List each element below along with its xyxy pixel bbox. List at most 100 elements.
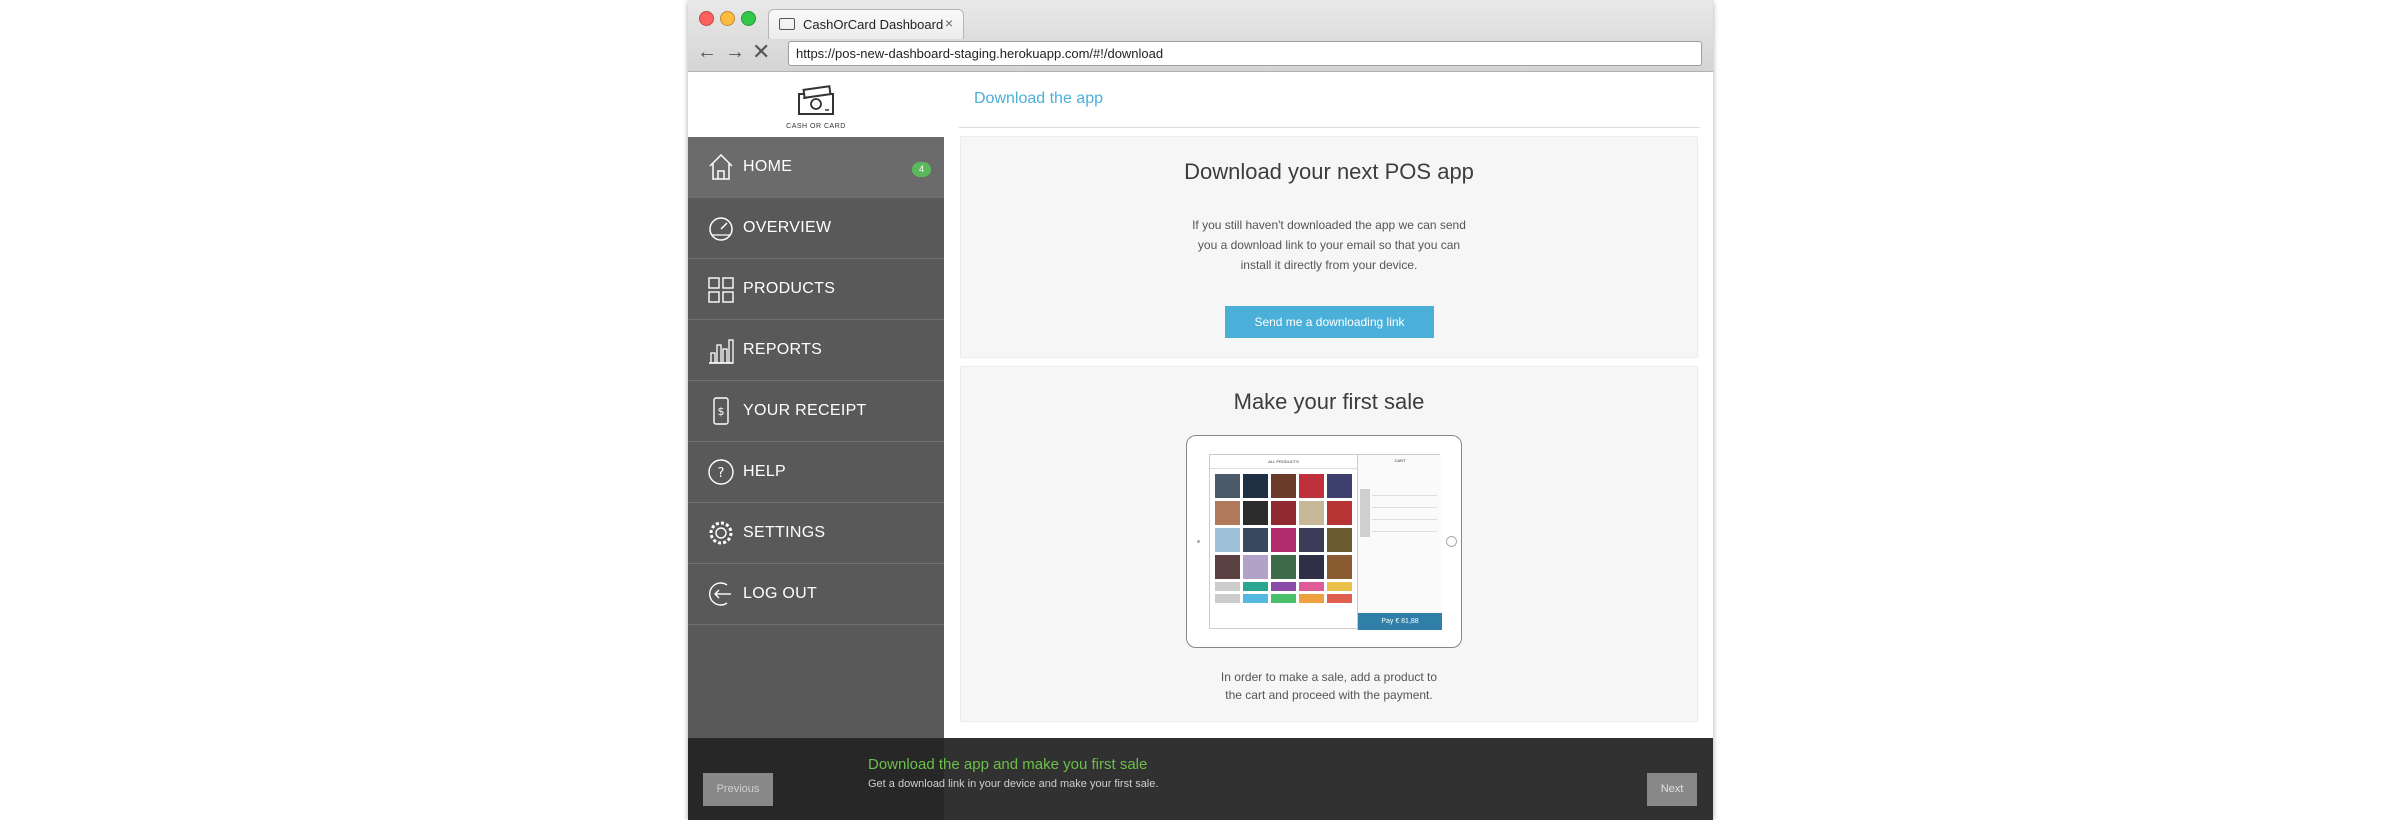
cart-line-item <box>1372 495 1437 496</box>
category-tile <box>1299 594 1324 603</box>
gauge-icon <box>709 217 733 241</box>
sidebar-item-label: SETTINGS <box>743 524 826 541</box>
sidebar-item-settings[interactable]: SETTINGS <box>688 503 944 564</box>
category-tile <box>1327 582 1352 591</box>
product-tile <box>1327 474 1352 498</box>
pay-button: Pay € 81,88 <box>1358 613 1442 630</box>
minimize-window-button[interactable] <box>720 11 735 26</box>
first-sale-card-title: Make your first sale <box>1233 389 1425 414</box>
grid-icon <box>708 277 734 303</box>
sidebar-item-label: PRODUCTS <box>743 280 836 297</box>
cart-line-item <box>1372 531 1437 532</box>
question-icon: ? <box>708 459 734 485</box>
gear-icon <box>709 521 733 545</box>
product-tile <box>1327 555 1352 579</box>
cart-line-item <box>1372 519 1437 520</box>
bar-chart-icon <box>709 339 734 364</box>
sidebar-item-overview[interactable]: OVERVIEW <box>688 198 944 259</box>
sidebar-item-help[interactable]: ? HELP <box>688 442 944 503</box>
close-window-button[interactable] <box>699 11 714 26</box>
tab-title: CashOrCard Dashboard <box>803 17 944 32</box>
category-tile <box>1243 582 1268 591</box>
cart-title: CART <box>1394 458 1406 463</box>
favicon-icon <box>779 18 795 30</box>
sidebar-item-label: YOUR RECEIPT <box>743 402 867 419</box>
ipad-illustration: ALL PRODUCTS CART Pay € 81,88 <box>1186 435 1462 648</box>
header-divider <box>959 127 1700 128</box>
product-tile <box>1215 474 1240 498</box>
category-tile <box>1215 582 1240 591</box>
product-tile <box>1271 555 1296 579</box>
product-tile <box>1299 528 1324 552</box>
ipad-camera <box>1197 540 1200 543</box>
sidebar: CASH OR CARD HOME 4 OVERVIEW PRODUCTS RE… <box>688 72 944 820</box>
pos-app-screenshot: ALL PRODUCTS CART Pay € 81,88 <box>1209 454 1442 630</box>
product-tile <box>1271 528 1296 552</box>
product-tile <box>1243 501 1268 525</box>
cash-card-logo-icon <box>798 85 834 115</box>
product-tile <box>1327 528 1352 552</box>
download-card-text-line: you a download link to your email so tha… <box>1197 238 1461 252</box>
browser-tab[interactable]: CashOrCard Dashboard × <box>768 9 964 39</box>
category-tile <box>1215 594 1240 603</box>
category-tile <box>1271 582 1296 591</box>
sidebar-item-reports[interactable]: REPORTS <box>688 320 944 381</box>
browser-chrome: CashOrCard Dashboard × ← → ✕ https://pos… <box>688 0 1713 72</box>
product-tile <box>1215 555 1240 579</box>
browser-window: CashOrCard Dashboard × ← → ✕ https://pos… <box>688 0 1713 820</box>
download-card-title: Download your next POS app <box>1184 159 1474 184</box>
back-arrow-icon[interactable]: ← <box>697 40 717 64</box>
product-tile <box>1299 474 1324 498</box>
category-tile <box>1271 594 1296 603</box>
notification-badge: 4 <box>912 162 931 177</box>
product-tile <box>1271 501 1296 525</box>
tour-step-title: Download the app and make you first sale <box>868 756 1148 773</box>
sidebar-item-home[interactable]: HOME 4 <box>688 137 944 198</box>
download-card-text-line: If you still haven't downloaded the app … <box>1192 218 1466 232</box>
zoom-window-button[interactable] <box>741 11 756 26</box>
product-tile <box>1299 555 1324 579</box>
category-tile <box>1299 582 1324 591</box>
product-tile <box>1271 474 1296 498</box>
sidebar-item-label: HELP <box>743 463 786 480</box>
logout-icon <box>708 582 731 606</box>
send-download-link-button[interactable]: Send me a downloading link <box>1225 306 1434 338</box>
page-title: Download the app <box>974 90 1103 107</box>
home-icon <box>709 153 733 180</box>
previous-button[interactable]: Previous <box>703 773 773 806</box>
sidebar-item-label: HOME <box>743 158 793 175</box>
sidebar-item-label: LOG OUT <box>743 585 818 602</box>
first-sale-card: Make your first sale ALL PRODUCTS CART P… <box>960 366 1698 722</box>
svg-text:?: ? <box>718 466 725 481</box>
sidebar-item-your-receipt[interactable]: $ YOUR RECEIPT <box>688 381 944 442</box>
svg-text:$: $ <box>718 405 725 418</box>
stop-loading-icon[interactable]: ✕ <box>752 40 770 64</box>
ipad-home-button <box>1446 536 1457 547</box>
category-tile <box>1243 594 1268 603</box>
product-tile <box>1215 528 1240 552</box>
product-tile <box>1243 555 1268 579</box>
category-tile <box>1327 594 1352 603</box>
next-button[interactable]: Next <box>1647 773 1697 806</box>
receipt-icon: $ <box>713 397 729 425</box>
sidebar-item-log-out[interactable]: LOG OUT <box>688 564 944 625</box>
sidebar-item-label: REPORTS <box>743 341 823 358</box>
first-sale-text-line: the cart and proceed with the payment. <box>1225 688 1433 702</box>
pos-grid-header: ALL PRODUCTS <box>1210 455 1357 469</box>
tour-step-subtitle: Get a download link in your device and m… <box>868 778 1159 790</box>
cart-scrollbar <box>1360 489 1370 537</box>
sidebar-item-products[interactable]: PRODUCTS <box>688 259 944 320</box>
product-tile <box>1327 501 1352 525</box>
address-bar[interactable]: https://pos-new-dashboard-staging.heroku… <box>788 41 1702 66</box>
sidebar-item-label: OVERVIEW <box>743 219 832 236</box>
product-tile <box>1299 501 1324 525</box>
product-tile <box>1215 501 1240 525</box>
pos-cart-panel: CART Pay € 81,88 <box>1357 455 1442 630</box>
logo[interactable]: CASH OR CARD <box>688 72 944 137</box>
download-card-text-line: install it directly from your device. <box>1240 258 1418 272</box>
product-tile <box>1243 474 1268 498</box>
forward-arrow-icon[interactable]: → <box>725 40 745 64</box>
logo-text: CASH OR CARD <box>786 123 846 130</box>
onboarding-tour-bar: Previous Download the app and make you f… <box>688 738 1713 820</box>
tab-close-icon[interactable]: × <box>945 15 953 31</box>
